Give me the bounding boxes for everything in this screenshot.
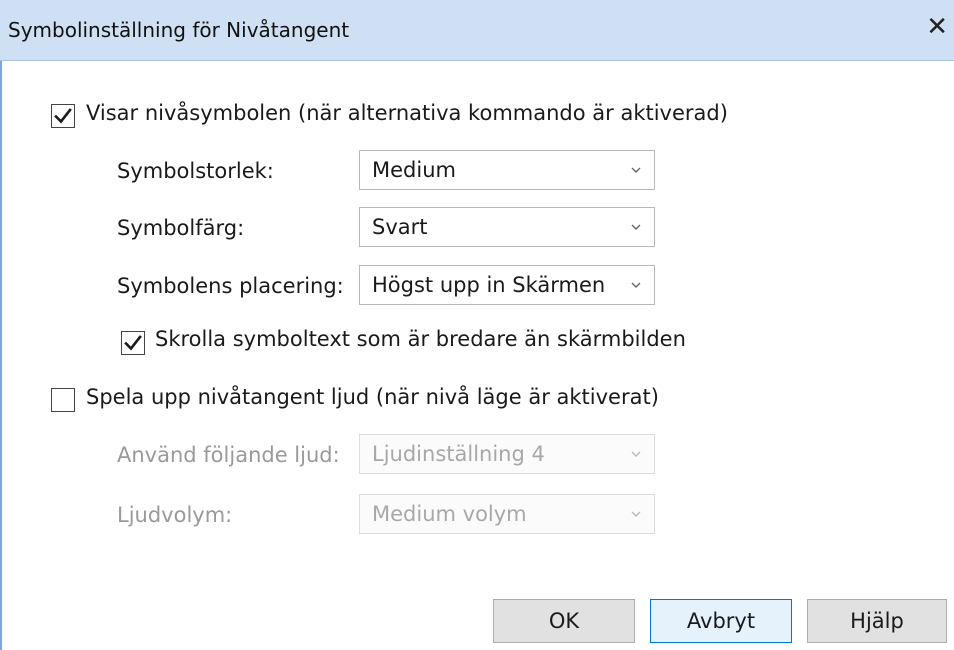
close-icon[interactable]: ✕	[926, 12, 948, 42]
volume-select-label: Ljudvolym:	[117, 503, 233, 527]
sound-select: Ljudinställning 4	[359, 434, 655, 474]
dialog-title: Symbolinställning för Nivåtangent	[8, 18, 350, 42]
checkmark-icon	[54, 108, 72, 124]
ok-button[interactable]: OK	[493, 599, 635, 643]
symbol-size-select[interactable]: Medium	[359, 150, 655, 190]
checkmark-icon	[124, 335, 142, 351]
show-symbol-checkbox[interactable]	[51, 104, 75, 128]
chevron-down-icon	[631, 451, 641, 457]
symbol-position-select[interactable]: Högst upp in Skärmen	[359, 265, 655, 305]
symbol-color-select[interactable]: Svart	[359, 207, 655, 247]
play-sound-label[interactable]: Spela upp nivåtangent ljud (när nivå läg…	[86, 385, 659, 409]
scroll-text-label[interactable]: Skrolla symboltext som är bredare än skä…	[155, 327, 686, 351]
cancel-button[interactable]: Avbryt	[650, 599, 792, 643]
symbol-color-label: Symbolfärg:	[117, 216, 245, 240]
sound-select-label: Använd följande ljud:	[117, 443, 340, 467]
chevron-down-icon	[631, 511, 641, 517]
volume-select-value: Medium volym	[372, 502, 527, 526]
symbol-size-value: Medium	[372, 158, 456, 182]
chevron-down-icon	[631, 224, 641, 230]
play-sound-checkbox[interactable]	[51, 388, 75, 412]
help-button[interactable]: Hjälp	[807, 599, 947, 643]
symbol-position-label: Symbolens placering:	[117, 274, 344, 298]
volume-select: Medium volym	[359, 494, 655, 534]
symbol-size-label: Symbolstorlek:	[117, 159, 274, 183]
window-left-edge	[0, 0, 2, 650]
sound-select-value: Ljudinställning 4	[372, 442, 545, 466]
symbol-color-value: Svart	[372, 215, 428, 239]
title-bar: Symbolinställning för Nivåtangent ✕	[0, 0, 954, 61]
chevron-down-icon	[631, 282, 641, 288]
show-symbol-label[interactable]: Visar nivåsymbolen (när alternativa komm…	[86, 101, 728, 125]
scroll-text-checkbox[interactable]	[121, 331, 145, 355]
chevron-down-icon	[631, 167, 641, 173]
symbol-settings-dialog: Symbolinställning för Nivåtangent ✕ Visa…	[0, 0, 954, 650]
symbol-position-value: Högst upp in Skärmen	[372, 273, 606, 297]
